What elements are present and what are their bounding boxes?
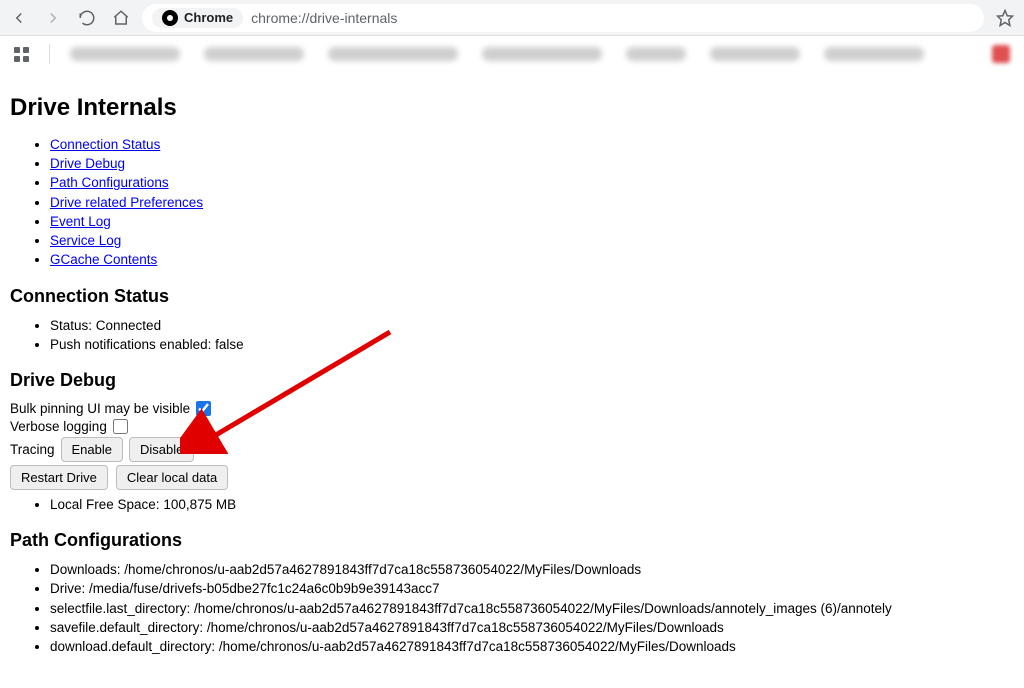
list-item: Drive: /media/fuse/drivefs-b05dbe27fc1c2… [50,580,1014,598]
list-item: Local Free Space: 100,875 MB [50,496,1014,514]
address-bar[interactable]: Chrome chrome://drive-internals [142,4,984,32]
tracing-label: Tracing [10,442,55,457]
browser-top-bar: Chrome chrome://drive-internals [0,0,1024,36]
nav-link-list: Connection Status Drive Debug Path Confi… [10,136,1014,270]
list-item: Push notifications enabled: false [50,336,1014,354]
list-item: Service Log [50,232,1014,250]
home-button[interactable] [112,9,130,27]
list-item: selectfile.last_directory: /home/chronos… [50,600,1014,618]
bookmarks-bar [0,36,1024,72]
verbose-logging-label: Verbose logging [10,419,107,434]
blurred-bookmarks [70,45,972,63]
path-config-list: Downloads: /home/chronos/u-aab2d57a46278… [10,561,1014,656]
nav-link-path-configurations[interactable]: Path Configurations [50,175,169,190]
path-config-heading: Path Configurations [10,530,1014,551]
site-chip: Chrome [152,8,243,28]
tracing-row: Tracing Enable Disable [10,437,1014,462]
blurred-extension-icon [992,45,1010,63]
nav-link-drive-preferences[interactable]: Drive related Preferences [50,195,203,210]
bulk-pinning-checkbox[interactable] [196,401,211,416]
list-item: Downloads: /home/chronos/u-aab2d57a46278… [50,561,1014,579]
nav-link-service-log[interactable]: Service Log [50,233,121,248]
nav-link-event-log[interactable]: Event Log [50,214,111,229]
drive-action-row: Restart Drive Clear local data [10,465,1014,490]
connection-status-heading: Connection Status [10,286,1014,307]
verbose-logging-row: Verbose logging [10,419,1014,434]
back-button[interactable] [10,9,28,27]
drive-debug-info-list: Local Free Space: 100,875 MB [10,496,1014,514]
url-text: chrome://drive-internals [251,10,397,26]
chrome-icon [162,10,178,26]
apps-grid-icon[interactable] [14,47,29,62]
clear-local-data-button[interactable]: Clear local data [116,465,228,490]
nav-link-connection-status[interactable]: Connection Status [50,137,160,152]
list-item: Connection Status [50,136,1014,154]
list-item: Drive Debug [50,155,1014,173]
bookmark-star-icon[interactable] [996,9,1014,27]
list-item: savefile.default_directory: /home/chrono… [50,619,1014,637]
site-label: Chrome [184,10,233,25]
drive-debug-heading: Drive Debug [10,370,1014,391]
restart-drive-button[interactable]: Restart Drive [10,465,108,490]
list-item: Status: Connected [50,317,1014,335]
tracing-enable-button[interactable]: Enable [61,437,123,462]
verbose-logging-checkbox[interactable] [113,419,128,434]
forward-button[interactable] [44,9,62,27]
tracing-disable-button[interactable]: Disable [129,437,194,462]
bulk-pinning-row: Bulk pinning UI may be visible [10,401,1014,416]
list-item: Drive related Preferences [50,194,1014,212]
nav-controls [10,9,130,27]
list-item: Path Configurations [50,174,1014,192]
nav-link-drive-debug[interactable]: Drive Debug [50,156,125,171]
connection-status-list: Status: Connected Push notifications ena… [10,317,1014,354]
page-body: Drive Internals Connection Status Drive … [0,72,1024,688]
list-item: GCache Contents [50,251,1014,269]
reload-button[interactable] [78,9,96,27]
page-title: Drive Internals [10,94,1014,122]
divider [49,44,50,64]
bulk-pinning-label: Bulk pinning UI may be visible [10,401,190,416]
list-item: download.default_directory: /home/chrono… [50,638,1014,656]
nav-link-gcache-contents[interactable]: GCache Contents [50,252,157,267]
list-item: Event Log [50,213,1014,231]
